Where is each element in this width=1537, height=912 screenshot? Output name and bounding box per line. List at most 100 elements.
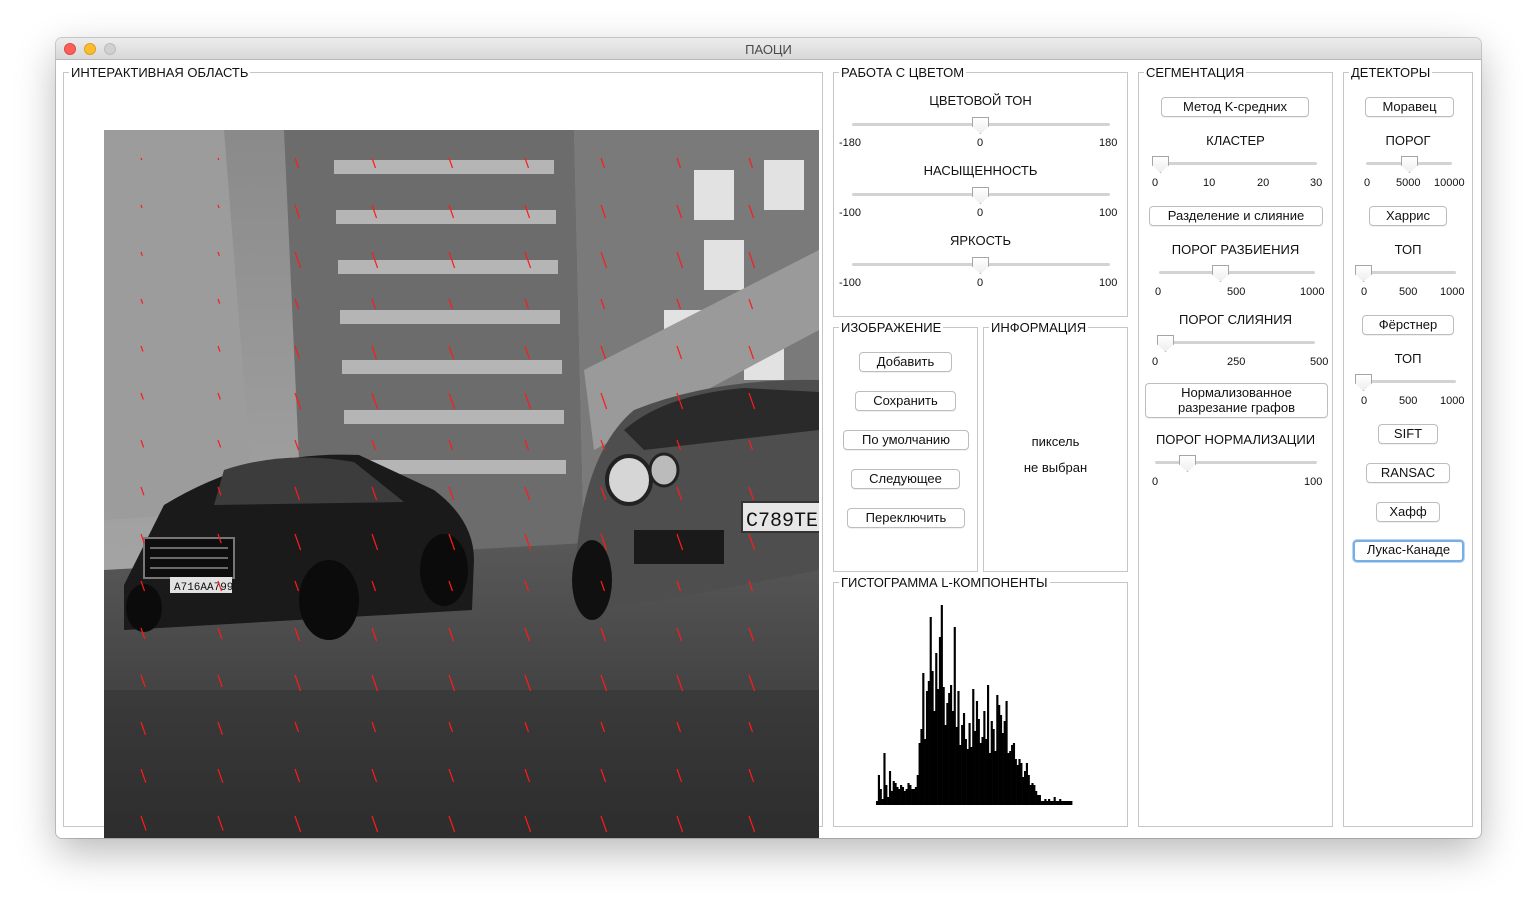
histogram-bar bbox=[968, 723, 971, 805]
split-tick-500: 500 bbox=[1227, 286, 1246, 298]
top2-label: ТОП bbox=[1394, 351, 1422, 366]
threshold-tick-0: 0 bbox=[1364, 177, 1371, 189]
norm-threshold-label: ПОРОГ НОРМАЛИЗАЦИИ bbox=[1155, 432, 1316, 447]
top2-thumb[interactable] bbox=[1355, 374, 1372, 391]
histogram-bar bbox=[1068, 801, 1071, 805]
normalized-cut-line1: Нормализованное bbox=[1181, 385, 1292, 400]
histogram-bar bbox=[1029, 785, 1032, 805]
top1-thumb[interactable] bbox=[1355, 265, 1372, 282]
histogram-bar bbox=[1003, 721, 1006, 805]
top1-track[interactable] bbox=[1364, 271, 1456, 274]
histogram-bar bbox=[962, 713, 966, 805]
add-button[interactable]: Добавить bbox=[859, 352, 952, 372]
norm-threshold-thumb[interactable] bbox=[1179, 455, 1196, 472]
threshold-thumb[interactable] bbox=[1401, 156, 1418, 173]
image-canvas[interactable]: А716АА799 С789ТЕ bbox=[104, 130, 819, 838]
svg-text:А716АА799: А716АА799 bbox=[174, 582, 233, 594]
kmeans-button[interactable]: Метод K-средних bbox=[1161, 97, 1309, 117]
hue-slider-thumb[interactable] bbox=[972, 117, 989, 134]
histogram-bar bbox=[924, 739, 927, 805]
interactive-area-panel: ИНТЕРАКТИВНАЯ ОБЛАСТЬ А716АА799 С789ТЕ bbox=[63, 65, 823, 838]
sift-button[interactable]: SIFT bbox=[1378, 424, 1438, 444]
histogram-bar bbox=[927, 681, 930, 805]
window-title: ПАОЦИ bbox=[745, 42, 792, 57]
histogram-bar bbox=[1070, 801, 1073, 805]
histogram-bar bbox=[992, 729, 995, 805]
histogram-bar bbox=[1005, 701, 1008, 805]
title-bar: ПАОЦИ bbox=[56, 38, 1481, 60]
histogram-bar bbox=[1066, 801, 1069, 805]
saturation-label: НАСЫЩЕННОСТЬ bbox=[923, 163, 1038, 178]
switch-button[interactable]: Переключить bbox=[847, 508, 965, 528]
histogram-bar bbox=[898, 789, 901, 805]
histogram-bar bbox=[996, 695, 999, 805]
segmentation-panel: СЕГМЕНТАЦИЯ Метод K-средних КЛАСТЕР 0 10… bbox=[1138, 65, 1333, 827]
histogram-bar bbox=[1057, 801, 1060, 805]
histogram-bar bbox=[1001, 733, 1004, 805]
histogram-bar bbox=[998, 705, 1001, 805]
histogram-bar bbox=[990, 721, 993, 805]
merge-tick-0: 0 bbox=[1152, 356, 1159, 368]
interactive-area-legend: ИНТЕРАКТИВНАЯ ОБЛАСТЬ bbox=[69, 65, 251, 80]
histogram-bar bbox=[964, 739, 967, 805]
cluster-tick-0: 0 bbox=[1152, 177, 1159, 189]
top1-tick-0: 0 bbox=[1361, 286, 1368, 298]
brightness-slider-thumb[interactable] bbox=[972, 257, 989, 274]
histogram-bar bbox=[1011, 745, 1014, 805]
info-panel: ИНФОРМАЦИЯ пиксель не выбран bbox=[983, 320, 1128, 572]
histogram-bar bbox=[881, 799, 884, 805]
cluster-slider-track[interactable] bbox=[1155, 162, 1317, 165]
merge-threshold-thumb[interactable] bbox=[1157, 335, 1174, 352]
histogram-bar bbox=[894, 783, 897, 805]
hough-button[interactable]: Хафф bbox=[1376, 502, 1440, 522]
histogram-bar bbox=[879, 789, 882, 805]
save-button[interactable]: Сохранить bbox=[855, 391, 956, 411]
split-merge-button[interactable]: Разделение и слияние bbox=[1149, 206, 1323, 226]
lucas-kanade-button[interactable]: Лукас-Канаде bbox=[1353, 540, 1464, 562]
histogram-bar bbox=[948, 693, 951, 805]
normalized-cut-button[interactable]: Нормализованное разрезание графов bbox=[1145, 383, 1328, 418]
flow-vector bbox=[140, 157, 143, 161]
saturation-slider-thumb[interactable] bbox=[972, 187, 989, 204]
histogram-bar bbox=[1046, 801, 1049, 805]
histogram-bar bbox=[959, 745, 962, 805]
merge-threshold-track[interactable] bbox=[1159, 341, 1315, 344]
moravec-button[interactable]: Моравец bbox=[1365, 97, 1454, 117]
merge-tick-250: 250 bbox=[1227, 356, 1246, 368]
histogram-bar bbox=[911, 789, 914, 805]
top2-track[interactable] bbox=[1364, 380, 1456, 383]
histogram-bar bbox=[1016, 765, 1019, 805]
split-threshold-thumb[interactable] bbox=[1212, 265, 1229, 282]
cluster-slider-thumb[interactable] bbox=[1152, 156, 1169, 173]
histogram-bar bbox=[1059, 799, 1062, 805]
split-threshold-track[interactable] bbox=[1159, 271, 1315, 274]
histogram-bar bbox=[950, 685, 953, 805]
pixel-info-line2: не выбран bbox=[1023, 460, 1088, 475]
histogram-bar bbox=[887, 797, 890, 805]
histogram-bar bbox=[1044, 799, 1047, 805]
cluster-label: КЛАСТЕР bbox=[1206, 133, 1265, 148]
histogram-bar bbox=[979, 743, 982, 805]
histogram-bar bbox=[877, 775, 880, 805]
histogram-bar bbox=[918, 743, 921, 805]
top1-tick-1000: 1000 bbox=[1440, 286, 1465, 298]
ransac-button[interactable]: RANSAC bbox=[1366, 463, 1450, 483]
pixel-info-line1: пиксель bbox=[1031, 434, 1080, 449]
default-button[interactable]: По умолчанию bbox=[843, 430, 969, 450]
histogram-bar bbox=[1009, 751, 1012, 805]
histogram-bar bbox=[1024, 771, 1027, 805]
forstner-button[interactable]: Фёрстнер bbox=[1362, 315, 1454, 335]
histogram-bar bbox=[929, 617, 932, 805]
histogram-bar bbox=[903, 791, 906, 805]
next-button[interactable]: Следующее bbox=[851, 469, 960, 489]
histogram-bar bbox=[1064, 801, 1067, 805]
histogram-bar bbox=[885, 785, 888, 805]
threshold-tick-5000: 5000 bbox=[1396, 177, 1421, 189]
histogram-bar bbox=[933, 711, 936, 805]
norm-tick-0: 0 bbox=[1152, 476, 1159, 488]
harris-button[interactable]: Харрис bbox=[1369, 206, 1447, 226]
image-panel: ИЗОБРАЖЕНИЕ Добавить Сохранить По умолча… bbox=[833, 320, 978, 572]
histogram-bar bbox=[1031, 783, 1034, 805]
saturation-min: -100 bbox=[839, 207, 862, 219]
image-legend: ИЗОБРАЖЕНИЕ bbox=[839, 320, 944, 335]
